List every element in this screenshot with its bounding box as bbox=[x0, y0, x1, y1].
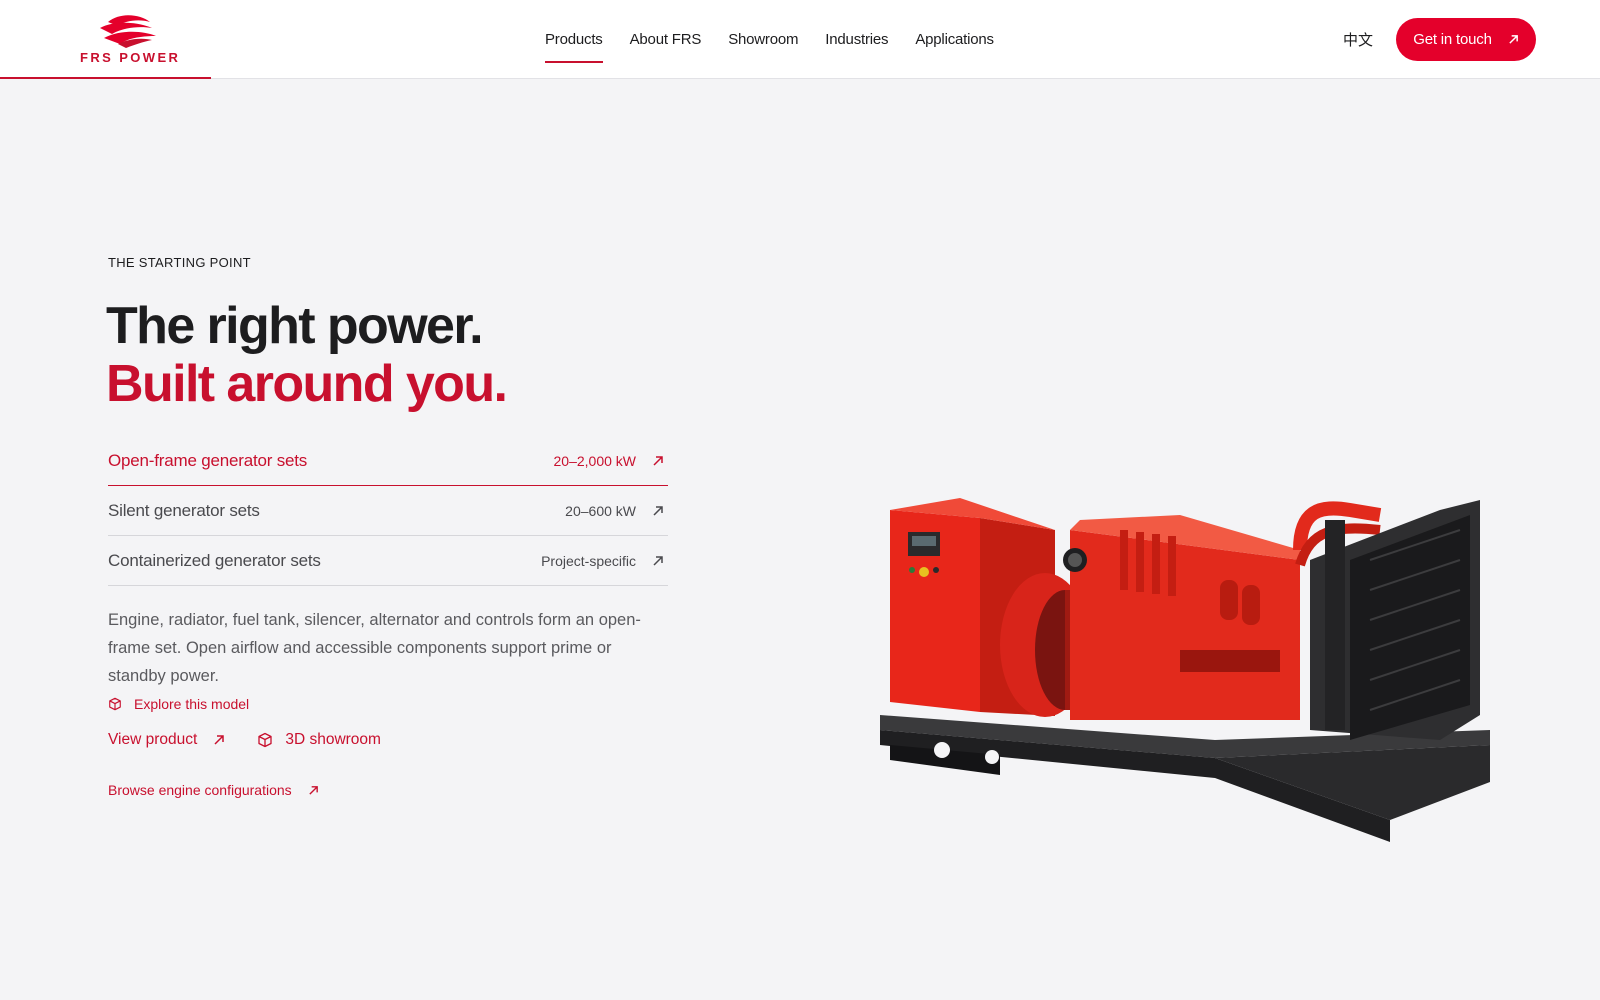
product-spec: Project-specific bbox=[541, 552, 636, 569]
cube-icon bbox=[109, 697, 121, 711]
product-label: Open-frame generator sets bbox=[108, 450, 308, 470]
product-label: Silent generator sets bbox=[108, 500, 260, 520]
product-list: Open-frame generator sets 20–2,000 kW Si… bbox=[108, 436, 668, 586]
browse-engines-link[interactable]: Browse engine configurations bbox=[108, 782, 319, 798]
cta-label: Get in touch bbox=[1413, 31, 1492, 48]
eyebrow: THE STARTING POINT bbox=[108, 255, 251, 270]
product-spec: 20–2,000 kW bbox=[553, 452, 637, 469]
scroll-progress bbox=[0, 77, 211, 79]
showroom-label: 3D showroom bbox=[285, 731, 381, 748]
language-switch[interactable]: 中文 bbox=[1343, 29, 1373, 50]
product-row-containerized[interactable]: Containerized generator sets Project-spe… bbox=[108, 536, 668, 586]
hero-title-line1: The right power. bbox=[106, 297, 484, 355]
product-actions: View product 3D showroom bbox=[108, 731, 381, 749]
view-product-label: View product bbox=[108, 731, 198, 748]
nav-industries[interactable]: Industries bbox=[825, 0, 888, 79]
frs-logo-icon bbox=[100, 15, 156, 48]
arrow-up-right-icon bbox=[1509, 35, 1518, 44]
browse-label: Browse engine configurations bbox=[108, 782, 292, 798]
arrow-up-right-icon bbox=[653, 555, 663, 566]
product-row-open-frame[interactable]: Open-frame generator sets 20–2,000 kW bbox=[108, 436, 668, 486]
nav-about[interactable]: About FRS bbox=[630, 0, 702, 79]
nav-applications[interactable]: Applications bbox=[915, 0, 994, 79]
arrow-up-right-icon bbox=[309, 785, 318, 795]
arrow-up-right-icon bbox=[653, 455, 663, 466]
explore-label: Explore this model bbox=[134, 696, 250, 712]
generator-set-image bbox=[880, 498, 1490, 842]
nav-products[interactable]: Products bbox=[545, 0, 603, 79]
product-row-silent[interactable]: Silent generator sets 20–600 kW bbox=[108, 486, 668, 536]
brand-name: FRS POWER bbox=[80, 50, 181, 65]
arrow-up-right-icon bbox=[214, 735, 225, 745]
showroom-link[interactable]: 3D showroom bbox=[257, 731, 381, 749]
product-label: Containerized generator sets bbox=[108, 550, 321, 570]
hero-title-line2: Built around you. bbox=[106, 355, 508, 413]
main-nav: Products About FRS Showroom Industries A… bbox=[545, 0, 1021, 79]
product-spec: 20–600 kW bbox=[565, 502, 636, 519]
site-header: FRS POWER Products About FRS Showroom In… bbox=[0, 0, 1600, 79]
arrow-up-right-icon bbox=[653, 505, 663, 516]
product-description: Engine, radiator, fuel tank, silencer, a… bbox=[108, 611, 641, 685]
cube-icon bbox=[258, 732, 272, 748]
get-in-touch-button[interactable]: Get in touch bbox=[1396, 18, 1536, 61]
view-product-link[interactable]: View product bbox=[108, 731, 225, 749]
nav-showroom[interactable]: Showroom bbox=[728, 0, 798, 79]
explore-model-link[interactable]: Explore this model bbox=[108, 696, 249, 712]
